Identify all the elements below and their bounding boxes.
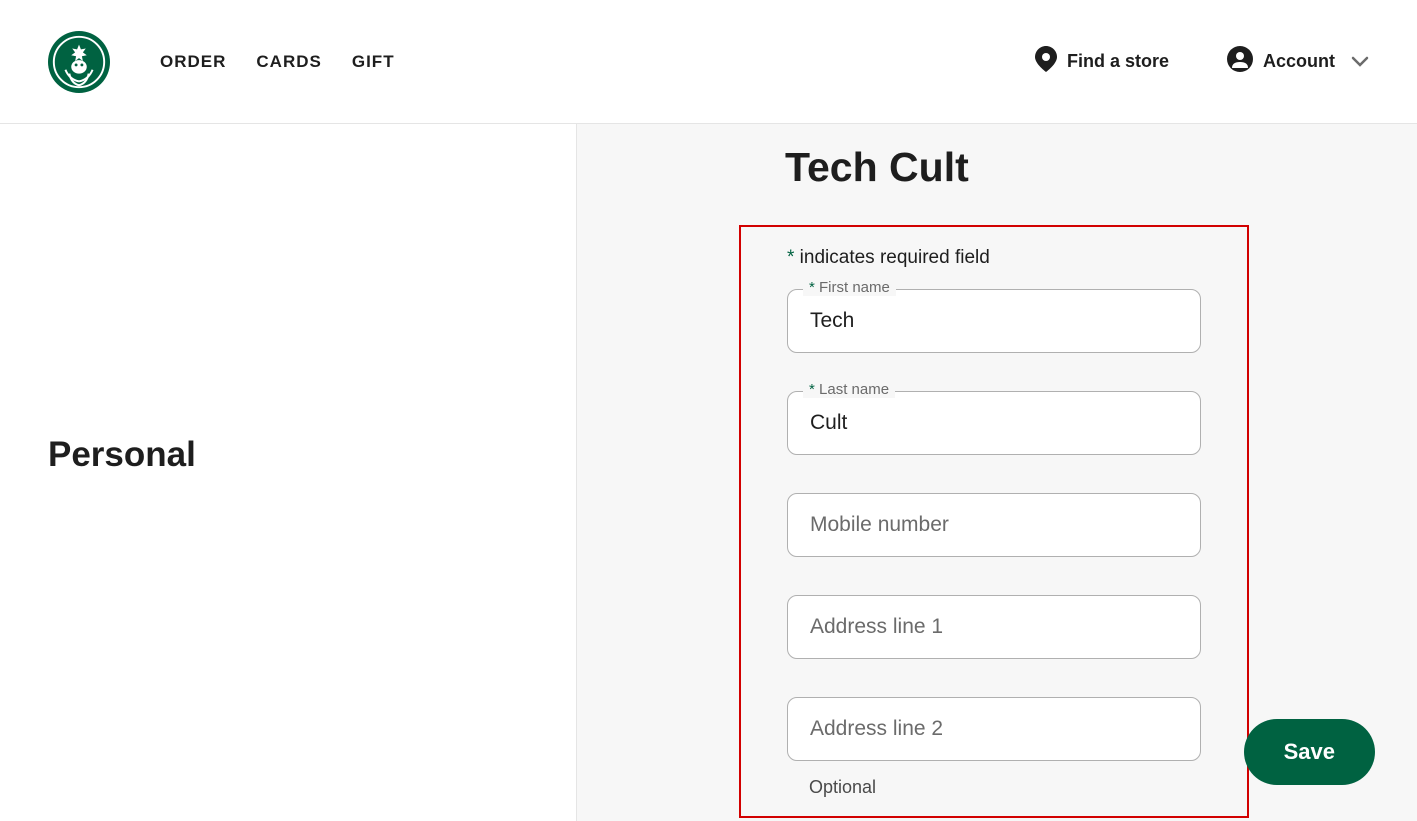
mobile-input[interactable] [787,493,1201,557]
page-title: Tech Cult [785,144,1255,191]
mobile-field [787,493,1201,557]
account-text: Account [1263,51,1335,72]
last-name-field: * Last name [787,391,1201,455]
chevron-down-icon [1351,56,1369,68]
left-panel: Personal [0,124,577,821]
address1-input[interactable] [787,595,1201,659]
form-highlight: * indicates required field * First name … [739,225,1249,818]
required-note-text: indicates required field [794,247,989,268]
last-name-label: * Last name [803,381,895,398]
right-panel: Tech Cult * indicates required field * F… [577,124,1417,821]
account-icon [1227,46,1253,77]
nav-cards[interactable]: CARDS [256,52,321,72]
first-name-field: * First name [787,289,1201,353]
first-name-label: * First name [803,279,896,296]
section-title: Personal [48,435,196,475]
nav-gift[interactable]: GIFT [352,52,395,72]
form-content: Tech Cult * indicates required field * F… [785,144,1255,818]
address2-helper: Optional [787,777,1201,798]
find-store-text: Find a store [1067,51,1169,72]
main-nav: ORDER CARDS GIFT [160,52,395,72]
find-store-link[interactable]: Find a store [1035,46,1169,77]
starbucks-logo[interactable] [48,31,110,93]
main: Personal Tech Cult * indicates required … [0,124,1417,821]
last-name-input[interactable] [787,391,1201,455]
header: ORDER CARDS GIFT Find a store Account [0,0,1417,124]
header-right: Find a store Account [1035,46,1369,77]
address2-input[interactable] [787,697,1201,761]
first-name-input[interactable] [787,289,1201,353]
save-button[interactable]: Save [1244,719,1375,785]
required-note: * indicates required field [787,247,1201,269]
nav-order[interactable]: ORDER [160,52,226,72]
address1-field [787,595,1201,659]
location-pin-icon [1035,46,1057,77]
account-menu[interactable]: Account [1227,46,1369,77]
address2-field: Optional [787,697,1201,798]
